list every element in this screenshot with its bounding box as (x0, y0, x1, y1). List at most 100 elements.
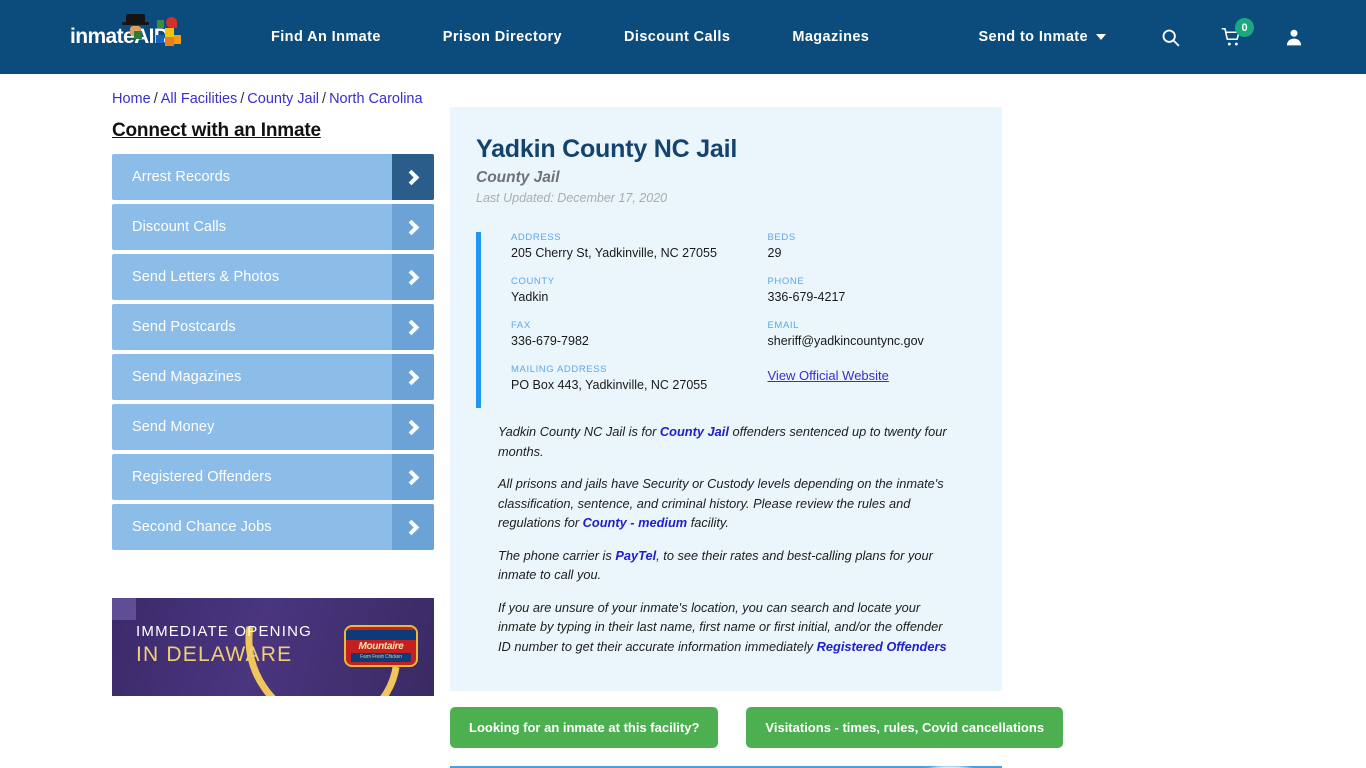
ad-text-block: IMMEDIATE OPENING IN DELAWARE (136, 623, 312, 667)
detail-mailing-address: MAILING ADDRESS PO Box 443, Yadkinville,… (511, 364, 744, 392)
breadcrumb-separator: / (240, 91, 245, 107)
page-title: Yadkin County NC Jail (476, 135, 738, 163)
sidebar-item-send-money[interactable]: Send Money (112, 404, 434, 450)
detail-label: BEDS (767, 232, 796, 243)
search-button[interactable] (1156, 23, 1184, 51)
primary-nav: Find An Inmate Prison Directory Discount… (240, 29, 900, 45)
detail-value: Yadkin (511, 290, 549, 304)
send-to-inmate-dropdown[interactable]: Send to Inmate (978, 29, 1106, 45)
ad-headline: IMMEDIATE OPENING (136, 623, 312, 640)
detail-value: 205 Cherry St, Yadkinville, NC 27055 (511, 246, 717, 260)
visitation-info-button[interactable]: Visitations - times, rules, Covid cancel… (746, 707, 1064, 748)
description-paragraph-4: If you are unsure of your inmate's locat… (498, 598, 954, 657)
navbar-right-actions: Send to Inmate 0 (978, 0, 1366, 74)
ad-logo-top-bar (346, 630, 416, 640)
sidebar-item-label: Send Money (132, 419, 215, 435)
detail-label: EMAIL (767, 320, 800, 331)
sidebar-item-arrest-records[interactable]: Arrest Records (112, 154, 434, 200)
desc-link-county-jail[interactable]: County Jail (660, 424, 729, 439)
nav-link-discount-calls[interactable]: Discount Calls (593, 29, 761, 45)
user-account-icon (1286, 29, 1302, 46)
site-logo[interactable]: inmateAID (70, 14, 200, 59)
description-paragraph-2: All prisons and jails have Security or C… (498, 474, 954, 533)
sidebar: Connect with an Inmate Arrest Records Di… (112, 107, 434, 696)
chevron-right-icon (392, 354, 434, 400)
breadcrumb-item-all-facilities[interactable]: All Facilities (161, 91, 238, 107)
facility-description: Yadkin County NC Jail is for County Jail… (476, 408, 976, 656)
detail-label: MAILING ADDRESS (511, 364, 608, 375)
sidebar-item-label: Send Letters & Photos (132, 269, 280, 285)
detail-phone: PHONE 336-679-4217 (768, 276, 977, 304)
sidebar-item-second-chance-jobs[interactable]: Second Chance Jobs (112, 504, 434, 550)
search-icon (1162, 29, 1179, 46)
breadcrumb-item-north-carolina[interactable]: North Carolina (329, 91, 423, 107)
nav-link-find-an-inmate[interactable]: Find An Inmate (240, 29, 412, 45)
desc-link-paytel[interactable]: PayTel (615, 548, 656, 563)
sidebar-item-label: Send Postcards (132, 319, 236, 335)
description-paragraph-1: Yadkin County NC Jail is for County Jail… (498, 422, 954, 461)
cta-button-row: Looking for an inmate at this facility? … (450, 707, 1064, 748)
detail-official-website: View Official Website (768, 364, 977, 385)
advertisement-banner[interactable]: IMMEDIATE OPENING IN DELAWARE Mountaire … (112, 598, 434, 696)
sidebar-item-send-letters-photos[interactable]: Send Letters & Photos (112, 254, 434, 300)
detail-value: sheriff@yadkincountync.gov (767, 334, 924, 348)
detail-value: 336-679-7982 (511, 334, 589, 348)
chevron-down-icon (1096, 34, 1106, 40)
breadcrumb-separator: / (153, 91, 158, 107)
logo-text: inmateAID (70, 25, 169, 48)
nav-link-magazines[interactable]: Magazines (761, 29, 900, 45)
cart-button[interactable]: 0 (1218, 18, 1254, 51)
chevron-right-icon (392, 154, 434, 200)
main-content: Yadkin County NC Jail County Jail Last U… (450, 107, 1064, 768)
sidebar-item-label: Registered Offenders (132, 469, 272, 485)
breadcrumb-item-county-jail[interactable]: County Jail (247, 91, 319, 107)
send-to-inmate-label: Send to Inmate (978, 29, 1088, 45)
top-navbar: inmateAID Find An Inmate Prison Director… (0, 0, 1366, 74)
desc-p3-text-a: The phone carrier is (498, 547, 616, 563)
detail-label: COUNTY (511, 276, 555, 287)
ad-corner-decoration (112, 598, 136, 620)
chevron-right-icon (392, 204, 434, 250)
logo-accent-text: AID (134, 25, 169, 48)
logo-yellow-block2-icon (174, 35, 181, 44)
facility-details-left-column: ADDRESS 205 Cherry St, Yadkinville, NC 2… (511, 232, 744, 408)
sidebar-item-send-postcards[interactable]: Send Postcards (112, 304, 434, 350)
facility-details-block: ADDRESS 205 Cherry St, Yadkinville, NC 2… (476, 232, 976, 408)
desc-p2-text-b: facility. (687, 515, 729, 530)
logo-hat-icon (122, 14, 149, 25)
ad-subheadline: IN DELAWARE (136, 643, 293, 666)
sidebar-item-label: Discount Calls (132, 219, 227, 235)
inmate-search-button[interactable]: Looking for an inmate at this facility? (450, 707, 719, 748)
sidebar-item-label: Arrest Records (132, 169, 231, 185)
detail-value: 336-679-4217 (767, 290, 846, 304)
detail-label: ADDRESS (511, 232, 562, 243)
detail-label: FAX (511, 320, 531, 331)
sidebar-item-send-magazines[interactable]: Send Magazines (112, 354, 434, 400)
breadcrumb: Home / All Facilities / County Jail / North Ca… (112, 91, 1366, 107)
facility-type-subtitle: County Jail (476, 169, 560, 186)
sidebar-item-discount-calls[interactable]: Discount Calls (112, 204, 434, 250)
account-button[interactable] (1280, 23, 1308, 51)
sidebar-item-label: Send Magazines (132, 369, 242, 385)
sidebar-title: Connect with an Inmate (112, 120, 321, 141)
detail-value: PO Box 443, Yadkinville, NC 27055 (511, 378, 708, 392)
cart-count-badge: 0 (1235, 18, 1254, 37)
nav-link-prison-directory[interactable]: Prison Directory (412, 29, 593, 45)
breadcrumb-separator: / (322, 91, 327, 107)
detail-email: EMAIL sheriff@yadkincountync.gov (768, 320, 977, 348)
view-official-website-link[interactable]: View Official Website (768, 368, 889, 383)
desc-p1-text-a: Yadkin County NC Jail is for (498, 424, 660, 439)
breadcrumb-item-home[interactable]: Home (112, 91, 151, 107)
chevron-right-icon (392, 504, 434, 550)
description-paragraph-3: The phone carrier is PayTel, to see thei… (498, 546, 954, 585)
sidebar-item-registered-offenders[interactable]: Registered Offenders (112, 454, 434, 500)
sidebar-item-label: Second Chance Jobs (132, 519, 272, 535)
desc-link-county-medium[interactable]: County - medium (583, 515, 688, 530)
page-body: Connect with an Inmate Arrest Records Di… (0, 107, 1366, 768)
chevron-right-icon (392, 304, 434, 350)
desc-link-registered-offenders[interactable]: Registered Offenders (817, 639, 947, 654)
ad-logo-subtitle: Farm Fresh Chicken (350, 653, 412, 662)
detail-value: 29 (767, 246, 782, 260)
facility-details-right-column: BEDS 29 PHONE 336-679-4217 EMAIL sheriff… (744, 232, 977, 408)
facility-info-panel: Yadkin County NC Jail County Jail Last U… (450, 107, 1002, 691)
